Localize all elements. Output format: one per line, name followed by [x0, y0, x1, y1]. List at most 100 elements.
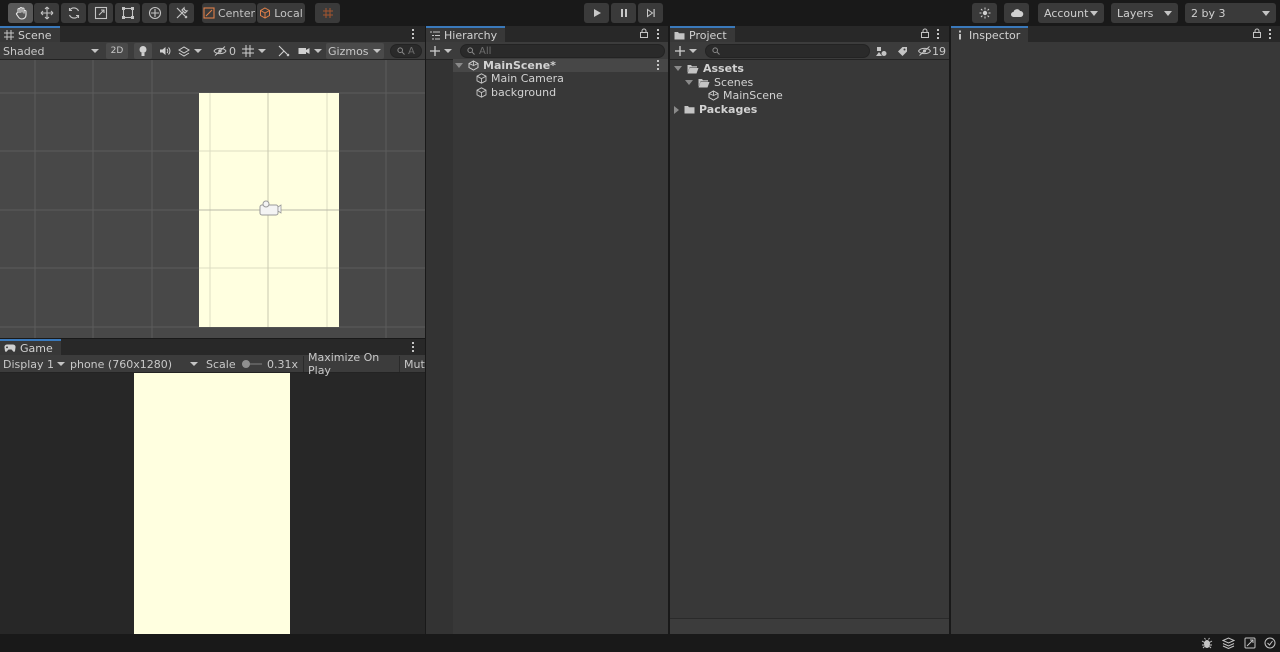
- tab-game[interactable]: Game: [0, 339, 61, 355]
- lighting-toggle-button[interactable]: [134, 43, 152, 59]
- scale-slider-track[interactable]: [241, 360, 262, 368]
- maximize-on-play-toggle[interactable]: Maximize On Play: [303, 351, 399, 377]
- scene-panel: Scene Shaded 2D 0 Gizmos A: [0, 26, 425, 338]
- cloud-button[interactable]: [1004, 3, 1029, 23]
- scenes-folder-label: Scenes: [714, 76, 754, 89]
- search-by-label-button[interactable]: [897, 43, 911, 59]
- hand-tool-button[interactable]: [8, 3, 33, 23]
- collab-button[interactable]: [972, 3, 997, 23]
- effects-icon: [178, 46, 190, 57]
- sun-icon: [979, 7, 990, 19]
- step-button[interactable]: [638, 3, 663, 23]
- game-view-render[interactable]: [134, 373, 290, 634]
- scene-menu-icon[interactable]: [412, 29, 415, 39]
- game-menu-icon[interactable]: [412, 342, 415, 352]
- shading-mode-dropdown[interactable]: Shaded: [3, 43, 99, 59]
- pause-button[interactable]: [611, 3, 636, 23]
- unity-scene-icon: [468, 60, 479, 71]
- expand-arrow-icon[interactable]: [455, 63, 463, 68]
- inspector-tabbar: Inspector: [951, 26, 1280, 42]
- scale-icon: [94, 6, 107, 20]
- check-circle-icon[interactable]: [1264, 637, 1276, 649]
- scene-tabbar: Scene: [0, 26, 425, 42]
- folder-open-icon: [687, 64, 699, 73]
- scale-slider[interactable]: Scale 0.31x: [206, 356, 298, 372]
- project-panel: Project 19 Assets Scenes MainScene Packa…: [670, 26, 949, 634]
- search-by-type-button[interactable]: [876, 43, 890, 59]
- hierarchy-item[interactable]: background: [476, 86, 556, 99]
- hierarchy-search-input[interactable]: All: [460, 44, 665, 58]
- folder-row[interactable]: Packages: [674, 103, 757, 116]
- grid-dropdown[interactable]: [242, 43, 272, 59]
- lock-icon[interactable]: [640, 28, 648, 38]
- display-dropdown[interactable]: Display 1: [3, 356, 65, 372]
- tools-toggle-button[interactable]: [278, 43, 294, 59]
- scale-label: Scale: [206, 357, 236, 371]
- custom-tool-button[interactable]: [169, 3, 194, 23]
- play-icon: [593, 9, 601, 17]
- resolution-label: phone (760x1280): [70, 357, 173, 371]
- tab-inspector[interactable]: Inspector: [951, 26, 1029, 42]
- hierarchy-add-button[interactable]: [430, 43, 454, 59]
- project-create-button[interactable]: [675, 43, 699, 59]
- hierarchy-search-placeholder: All: [479, 45, 492, 57]
- collapsed-arrow-icon[interactable]: [674, 105, 679, 114]
- play-button[interactable]: [584, 3, 609, 23]
- scene-visibility-toggle[interactable]: 0: [213, 43, 239, 59]
- folder-row[interactable]: Scenes: [685, 76, 753, 89]
- expand-arrow-icon[interactable]: [685, 80, 693, 85]
- chevron-down-icon: [1090, 10, 1098, 16]
- tab-scene[interactable]: Scene: [0, 26, 60, 42]
- audio-toggle-button[interactable]: [156, 43, 174, 59]
- info-icon: [959, 30, 961, 40]
- pivot-mode-button[interactable]: Center: [202, 3, 256, 23]
- scene-root-row[interactable]: MainScene*: [453, 59, 668, 72]
- debug-bug-icon[interactable]: [1201, 637, 1213, 649]
- hierarchy-item[interactable]: Main Camera: [476, 72, 564, 85]
- lock-icon[interactable]: [921, 28, 929, 38]
- tab-hierarchy[interactable]: Hierarchy: [426, 26, 506, 42]
- rect-tool-button[interactable]: [115, 3, 140, 23]
- project-search-input[interactable]: [705, 44, 870, 58]
- scale-tool-button[interactable]: [88, 3, 113, 23]
- project-menu-icon[interactable]: [937, 29, 940, 39]
- layers-dropdown[interactable]: Layers: [1111, 3, 1178, 23]
- progress-spinner-icon[interactable]: [1244, 637, 1256, 649]
- move-tool-button[interactable]: [34, 3, 59, 23]
- folder-row[interactable]: Assets: [674, 62, 744, 75]
- gizmos-dropdown[interactable]: Gizmos: [326, 43, 384, 59]
- transform-tool-button[interactable]: [142, 3, 167, 23]
- step-icon: [646, 8, 655, 18]
- tab-inspector-label: Inspector: [969, 28, 1021, 42]
- pivot-space-button[interactable]: Local: [257, 3, 305, 23]
- hidden-packages-toggle[interactable]: 19: [918, 43, 946, 59]
- project-footer: [670, 618, 949, 634]
- account-dropdown[interactable]: Account: [1038, 3, 1104, 23]
- layout-dropdown[interactable]: 2 by 3: [1185, 3, 1276, 23]
- mute-audio-toggle[interactable]: Mute: [399, 356, 425, 372]
- asset-row[interactable]: MainScene: [708, 89, 783, 102]
- scene-search-input[interactable]: A: [390, 44, 422, 58]
- scene-row-menu-icon[interactable]: [657, 60, 660, 70]
- rotate-tool-button[interactable]: [61, 3, 86, 23]
- expand-arrow-icon[interactable]: [674, 66, 682, 71]
- scene-viewport[interactable]: [0, 60, 425, 338]
- effects-dropdown[interactable]: [178, 43, 208, 59]
- gameobject-cube-icon: [476, 73, 487, 84]
- snap-button[interactable]: [315, 3, 340, 23]
- hierarchy-menu-icon[interactable]: [657, 29, 660, 39]
- gameobject-cube-icon: [476, 87, 487, 98]
- chevron-down-icon: [689, 49, 697, 53]
- camera-dropdown[interactable]: [298, 43, 324, 59]
- 2d-toggle-button[interactable]: 2D: [106, 43, 128, 59]
- gizmos-label: Gizmos: [328, 44, 369, 58]
- lock-icon[interactable]: [1253, 28, 1261, 38]
- folder-icon: [684, 106, 695, 114]
- gamepad-icon: [4, 344, 16, 352]
- scale-slider-thumb[interactable]: [241, 360, 250, 368]
- tab-project[interactable]: Project: [670, 26, 735, 42]
- cache-layers-icon[interactable]: [1222, 637, 1235, 649]
- inspector-menu-icon[interactable]: [1269, 29, 1272, 39]
- assets-folder-label: Assets: [703, 62, 744, 75]
- resolution-dropdown[interactable]: phone (760x1280): [70, 356, 198, 372]
